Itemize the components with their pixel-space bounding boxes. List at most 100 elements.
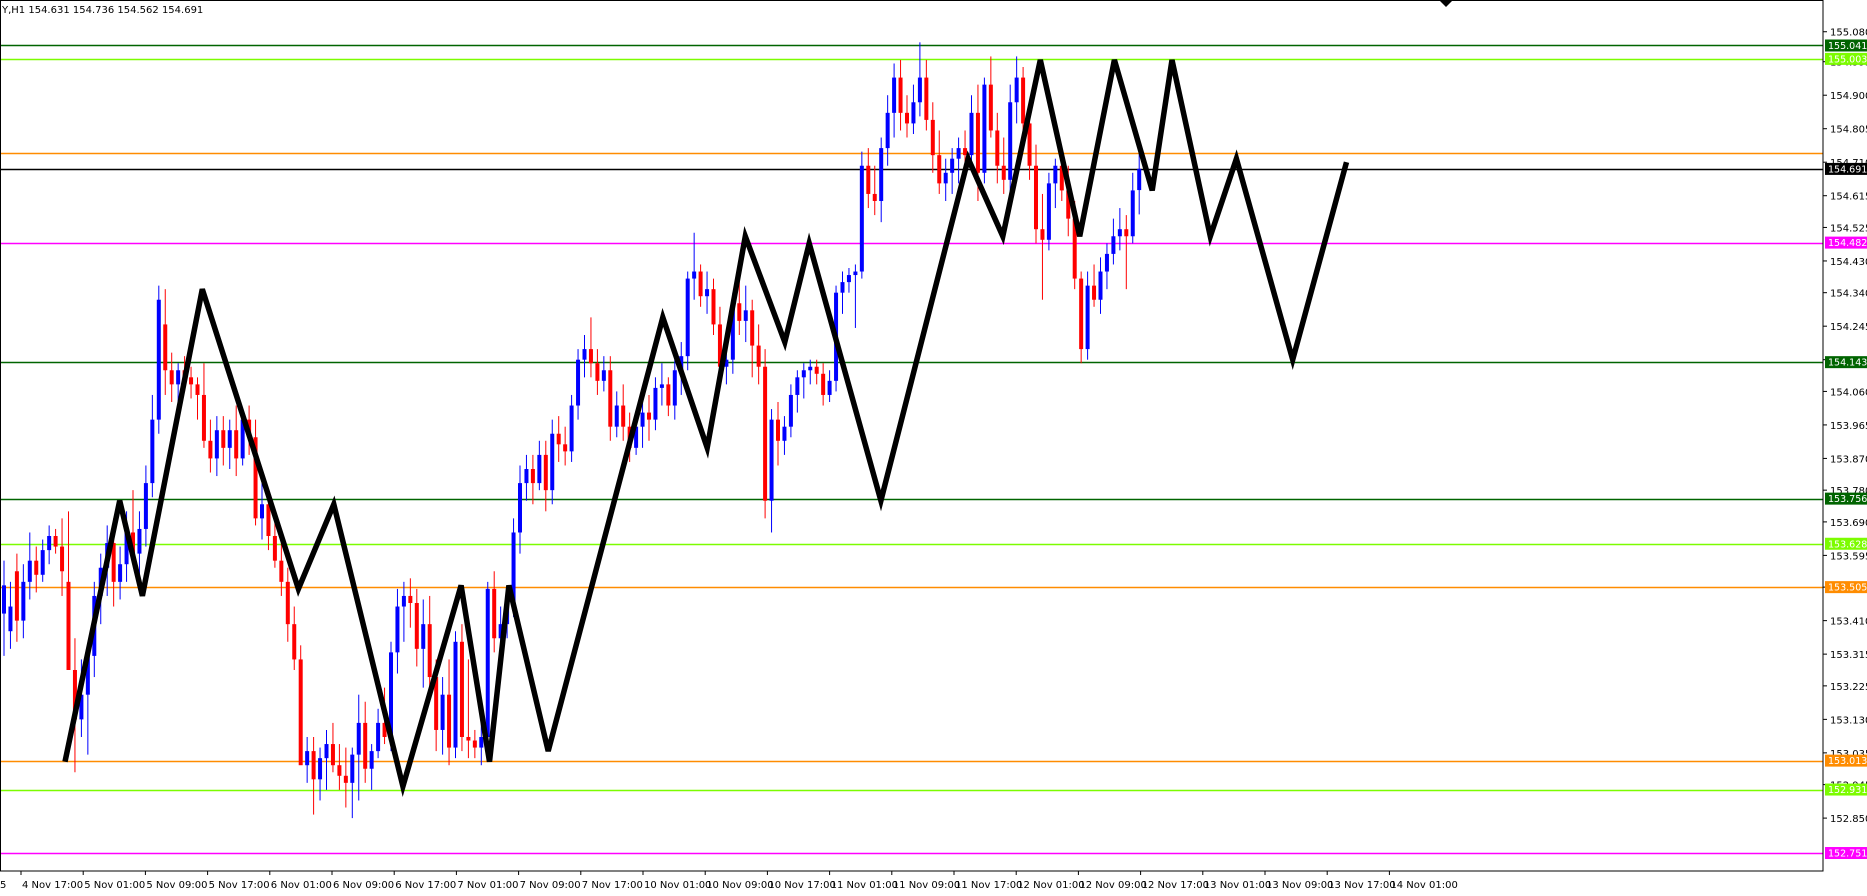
candle-body (1104, 253, 1109, 272)
price-tick-label: 154.060 (1830, 387, 1867, 398)
candle-body (440, 694, 445, 730)
price-tick-label: 153.130 (1830, 715, 1867, 726)
price-tick-label: 154.340 (1830, 289, 1867, 300)
candle-body (318, 758, 323, 780)
candle-body (705, 289, 710, 297)
time-tick-label: 10 Nov 09:00 (706, 880, 773, 891)
time-tick-label: 11 Nov 17:00 (955, 880, 1022, 891)
time-axis: 5 4 Nov 17:00 5 Nov 01:00 5 Nov 09:00 5 Nov … (0, 871, 1458, 891)
price-tick-label: 152.850 (1830, 814, 1867, 825)
candle-body (376, 722, 381, 752)
candle-body (356, 722, 361, 755)
candle-body (60, 546, 65, 572)
candle-body (150, 419, 155, 484)
time-tick-label: 7 Nov 01:00 (457, 880, 518, 891)
candle-body (576, 359, 581, 406)
candle-body (653, 387, 658, 420)
candle-body (137, 528, 142, 554)
candle-body (672, 370, 677, 406)
candle-body (1111, 236, 1116, 254)
candle-body (588, 349, 593, 364)
price-tick-label: 153.315 (1830, 650, 1867, 661)
time-tick-label: 4 Nov 17:00 (22, 880, 83, 891)
candle-body (995, 130, 1000, 166)
candle-body (27, 560, 32, 582)
level-tag-label: 153.756 (1828, 494, 1867, 505)
candle-body (8, 606, 13, 632)
candle-body (401, 595, 406, 607)
candle-body (330, 744, 335, 766)
candle-body (47, 536, 52, 551)
candle-body (892, 77, 897, 113)
time-tick-label: 12 Nov 01:00 (1017, 880, 1084, 891)
candle-body (601, 370, 606, 381)
candle-body (969, 112, 974, 156)
candle-body (472, 740, 477, 748)
time-tick-label: 5 Nov 17:00 (209, 880, 270, 891)
time-tick-label: 6 Nov 09:00 (333, 880, 394, 891)
candle-body (905, 112, 909, 124)
candle-body (776, 419, 780, 441)
candle-body (937, 155, 942, 184)
level-tag-label: 154.143 (1828, 358, 1867, 369)
price-tick-label: 154.525 (1830, 223, 1867, 234)
candle-body (769, 419, 774, 501)
candle-body (692, 271, 697, 279)
time-tick-label: 12 Nov 09:00 (1079, 880, 1146, 891)
candle-body (814, 366, 819, 374)
candle-body (189, 377, 194, 385)
candle-body (369, 751, 374, 769)
time-tick-label: 11 Nov 09:00 (893, 880, 960, 891)
candle-body (2, 585, 6, 614)
candle-body (801, 370, 806, 378)
candle-body (260, 504, 264, 519)
time-tick-label: 14 Nov 01:00 (1390, 880, 1457, 891)
candle-body (485, 588, 490, 737)
level-lines-layer (0, 44, 1823, 855)
candle-body (530, 469, 535, 484)
price-tick-label: 155.080 (1830, 28, 1867, 39)
candle-body (1137, 168, 1142, 191)
candle-body (266, 504, 271, 536)
time-tick-label: 5 Nov 01:00 (84, 880, 145, 891)
candle-body (34, 560, 39, 575)
candle-body (608, 370, 613, 427)
time-tick-label: 10 Nov 17:00 (768, 880, 835, 891)
candle-body (408, 595, 413, 603)
candle-body (285, 581, 290, 625)
price-chart[interactable]: 155.080154.995154.900154.805154.710154.6… (0, 0, 1867, 896)
price-tick-label: 153.225 (1830, 682, 1867, 693)
level-tag-label: 155.041 (1828, 41, 1867, 52)
candle-body (1092, 285, 1097, 300)
time-tick-label: 7 Nov 17:00 (582, 880, 643, 891)
candle-body (1130, 190, 1135, 237)
candle-body (40, 550, 45, 575)
candle-body (698, 271, 703, 297)
candle-body (898, 77, 903, 113)
candle-body (595, 363, 600, 381)
candle-body (1034, 165, 1038, 230)
time-tick-label: 5 (0, 880, 6, 891)
price-tick-label: 153.410 (1830, 617, 1867, 628)
candle-body (201, 394, 206, 441)
candle-body (1014, 77, 1019, 103)
price-tick-label: 154.805 (1830, 125, 1867, 136)
candle-body (659, 384, 664, 388)
time-tick-label: 6 Nov 01:00 (271, 880, 332, 891)
candle-body (163, 324, 168, 371)
candle-body (846, 275, 851, 283)
candle-body (782, 426, 787, 441)
time-tick-label: 13 Nov 09:00 (1266, 880, 1333, 891)
time-tick-label: 13 Nov 01:00 (1204, 880, 1271, 891)
candle-body (479, 737, 484, 748)
candle-body (1053, 165, 1058, 184)
candle-body (298, 659, 303, 766)
chart-shift-marker-icon (1440, 1, 1452, 7)
candle-body (311, 751, 316, 780)
price-tick-label: 153.595 (1830, 551, 1867, 562)
candle-body (924, 77, 929, 120)
candle-body (156, 299, 161, 420)
candle-body (350, 754, 355, 783)
time-tick-label: 7 Nov 09:00 (520, 880, 581, 891)
candle-body (1117, 229, 1122, 237)
